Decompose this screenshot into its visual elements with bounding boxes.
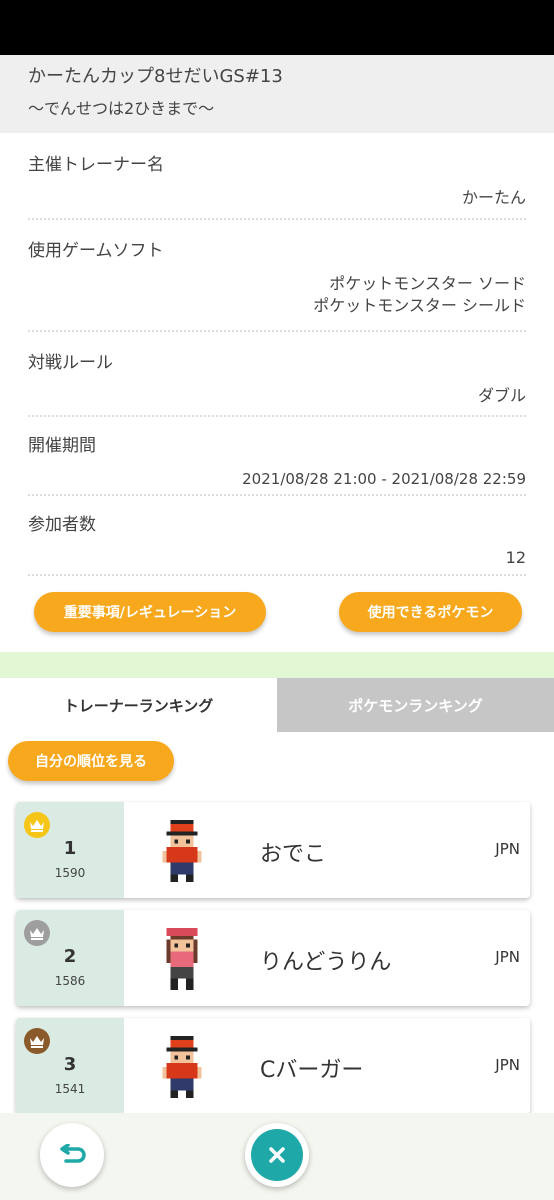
organizer-value: かーたん: [461, 188, 526, 207]
tab-trainer-ranking[interactable]: トレーナーランキング: [0, 678, 277, 732]
close-icon: [251, 1129, 303, 1181]
rank-number: 3: [63, 1054, 77, 1075]
back-button[interactable]: [40, 1123, 104, 1187]
organizer-row: 主催トレーナー名 かーたん: [28, 150, 526, 209]
tab-pokemon-ranking[interactable]: ポケモンランキング: [277, 678, 554, 732]
organizer-label: 主催トレーナー名: [28, 155, 164, 175]
divider: [28, 218, 526, 220]
bronze-crown-icon: [24, 1028, 50, 1054]
participants-value: 12: [505, 548, 526, 567]
period-row: 開催期間 2021/08/28 21:00 - 2021/08/28 22:59: [28, 431, 526, 490]
tournament-subtitle: 〜でんせつは2ひきまで〜: [28, 99, 215, 118]
regulation-button[interactable]: 重要事項/レギュレーション: [34, 592, 266, 632]
my-rank-button[interactable]: 自分の順位を見る: [8, 741, 174, 781]
divider: [28, 574, 526, 576]
game-soft-row: 使用ゲームソフト ポケットモンスター ソード ポケットモンスター シールド: [28, 236, 526, 317]
back-arrow-icon: [60, 1144, 86, 1163]
bottom-bar: [0, 1113, 554, 1200]
rank-number: 2: [63, 946, 77, 967]
ranking-card[interactable]: 2 1586 りんどうりん JPN: [16, 910, 530, 1006]
divider: [28, 415, 526, 417]
ranking-card[interactable]: 1 1590 おでこ JPN: [16, 802, 530, 898]
trainer-country: JPN: [495, 1056, 520, 1074]
period-value: 2021/08/28 21:00 - 2021/08/28 22:59: [242, 470, 526, 488]
participants-row: 参加者数 12: [28, 510, 526, 569]
rating-value: 1590: [54, 866, 86, 880]
period-label: 開催期間: [28, 436, 96, 456]
battle-rule-label: 対戦ルール: [28, 353, 113, 373]
trainer-name: りんどうりん: [260, 950, 392, 975]
battle-rule-value: ダブル: [477, 386, 526, 405]
game-soft-value-1: ポケットモンスター ソード: [329, 274, 526, 293]
trainer-name: Cバーガー: [260, 1058, 364, 1083]
tournament-header: かーたんカップ8せだいGS#13 〜でんせつは2ひきまで〜: [0, 55, 554, 133]
trainer-sprite-icon: [162, 1036, 202, 1098]
usable-pokemon-button[interactable]: 使用できるポケモン: [339, 592, 522, 632]
ranking-card[interactable]: 3 1541 Cバーガー JPN: [16, 1018, 530, 1114]
rating-value: 1586: [54, 974, 86, 988]
rank-number: 1: [63, 838, 77, 859]
trainer-sprite-icon: [166, 928, 198, 990]
status-bar: [0, 0, 554, 55]
divider: [28, 494, 526, 496]
trainer-country: JPN: [495, 948, 520, 966]
game-soft-label: 使用ゲームソフト: [28, 241, 164, 261]
tournament-title: かーたんカップ8せだいGS#13: [28, 66, 283, 87]
rating-value: 1541: [54, 1082, 86, 1096]
game-soft-value-2: ポケットモンスター シールド: [313, 296, 526, 315]
trainer-name: おでこ: [260, 842, 327, 867]
silver-crown-icon: [24, 920, 50, 946]
close-button[interactable]: [245, 1123, 309, 1187]
gold-crown-icon: [24, 812, 50, 838]
section-divider: [0, 652, 554, 678]
battle-rule-row: 対戦ルール ダブル: [28, 348, 526, 407]
participants-label: 参加者数: [28, 515, 96, 535]
divider: [28, 330, 526, 332]
trainer-country: JPN: [495, 840, 520, 858]
trainer-sprite-icon: [162, 820, 202, 882]
